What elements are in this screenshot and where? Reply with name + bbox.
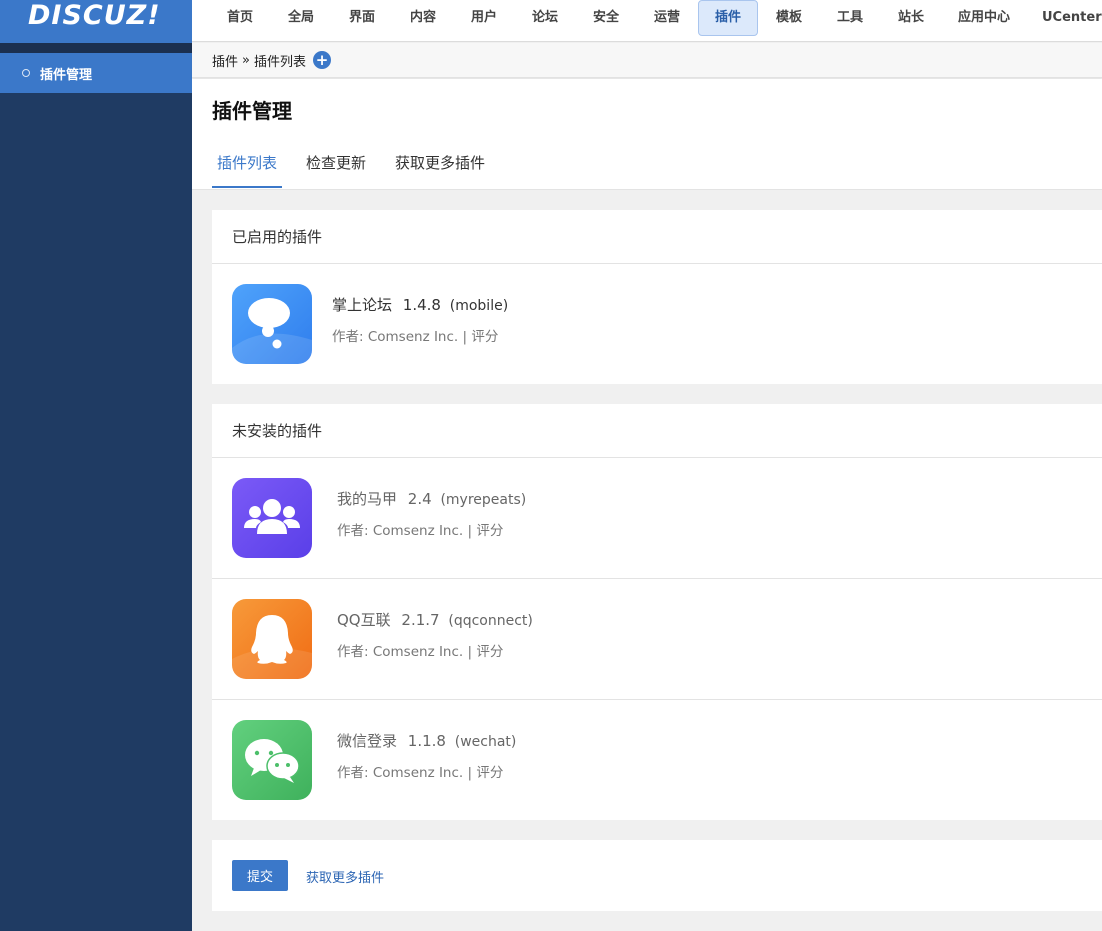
plugin-row: QQ互联 2.1.7 (qqconnect) 作者: Comsenz Inc. … [212,579,1102,700]
tab-get-more-plugins[interactable]: 获取更多插件 [395,152,485,188]
plugin-id: (qqconnect) [448,613,533,629]
plugin-meta: 作者: Comsenz Inc. | 评分 [337,644,504,660]
page-title: 插件管理 [212,99,292,123]
nav-item-webmaster[interactable]: 站长 [889,0,933,36]
plugin-name: QQ互联 [337,611,391,629]
chat-bubble-icon[interactable] [232,284,312,364]
nav-item-home[interactable]: 首页 [218,0,262,36]
logo-bar: DISCUZ! [0,0,192,53]
enabled-plugins-panel: 已启用的插件 掌上论坛 1.4.8 (mobile) 作者: Comsenz I… [212,210,1102,384]
plugin-row: 掌上论坛 1.4.8 (mobile) 作者: Comsenz Inc. | 评… [212,264,1102,385]
breadcrumb-root[interactable]: 插件 [212,51,238,70]
plugin-meta: 作者: Comsenz Inc. | 评分 [337,765,504,781]
nav-item-tools[interactable]: 工具 [828,0,872,36]
page-header: 插件管理 插件列表 检查更新 获取更多插件 [192,79,1102,190]
top-nav: 首页 全局 界面 内容 用户 论坛 安全 运营 插件 模板 工具 站长 应用中心… [192,0,1102,42]
plugin-meta: 作者: Comsenz Inc. | 评分 [337,523,504,539]
plugin-version: 1.1.8 [407,732,446,750]
plugin-version: 2.4 [407,490,432,508]
breadcrumb-separator: » [242,52,250,68]
qq-penguin-icon[interactable] [232,599,312,679]
footer-panel: 提交 获取更多插件 [212,840,1102,911]
nav-item-content[interactable]: 内容 [401,0,445,36]
plugin-name: 微信登录 [337,732,398,750]
plugin-id: (wechat) [454,734,517,750]
nav-item-interface[interactable]: 界面 [340,0,384,36]
breadcrumb: 插件 » 插件列表 + [192,43,1102,78]
sidebar-item-plugin-management[interactable]: 插件管理 [0,53,192,93]
tab-plugin-list[interactable]: 插件列表 [212,152,283,188]
nav-item-users[interactable]: 用户 [462,0,506,36]
add-icon[interactable]: + [313,51,331,69]
nav-item-app-center[interactable]: 应用中心 [954,0,1014,36]
nav-item-global[interactable]: 全局 [279,0,323,36]
nav-item-ucenter[interactable]: UCenter [1042,0,1102,36]
nav-item-plugins[interactable]: 插件 [698,0,758,36]
nav-item-forum[interactable]: 论坛 [523,0,567,36]
wechat-icon[interactable] [232,720,312,800]
plugin-id: (myrepeats) [440,492,527,508]
nav-item-operations[interactable]: 运营 [645,0,689,36]
users-group-icon[interactable] [232,478,312,558]
plugin-name: 我的马甲 [337,490,398,508]
plugin-version: 2.1.7 [401,611,440,629]
nav-item-templates[interactable]: 模板 [767,0,811,36]
bullet-icon [22,69,30,77]
breadcrumb-current: 插件列表 [253,54,306,70]
nav-item-security[interactable]: 安全 [584,0,628,36]
tab-check-updates[interactable]: 检查更新 [306,152,366,188]
get-more-plugins-link[interactable]: 获取更多插件 [306,867,384,886]
submit-button[interactable]: 提交 [232,860,288,891]
plugin-meta: 作者: Comsenz Inc. | 评分 [332,329,499,345]
logo[interactable]: DISCUZ! [28,0,161,31]
plugin-id: (mobile) [449,298,509,314]
plugin-name: 掌上论坛 [332,296,393,314]
panel-header: 未安装的插件 [212,404,1102,458]
uninstalled-plugins-panel: 未安装的插件 我的马甲 2.4 (myrepeats) 作者: Comsenz … [212,404,1102,820]
panel-header: 已启用的插件 [212,210,1102,264]
plugin-row: 我的马甲 2.4 (myrepeats) 作者: Comsenz Inc. | … [212,458,1102,579]
plugin-version: 1.4.8 [402,296,441,314]
plugin-row: 微信登录 1.1.8 (wechat) 作者: Comsenz Inc. | 评… [212,700,1102,821]
sidebar: DISCUZ! 插件管理 [0,0,192,931]
sidebar-item-label: 插件管理 [40,67,93,83]
